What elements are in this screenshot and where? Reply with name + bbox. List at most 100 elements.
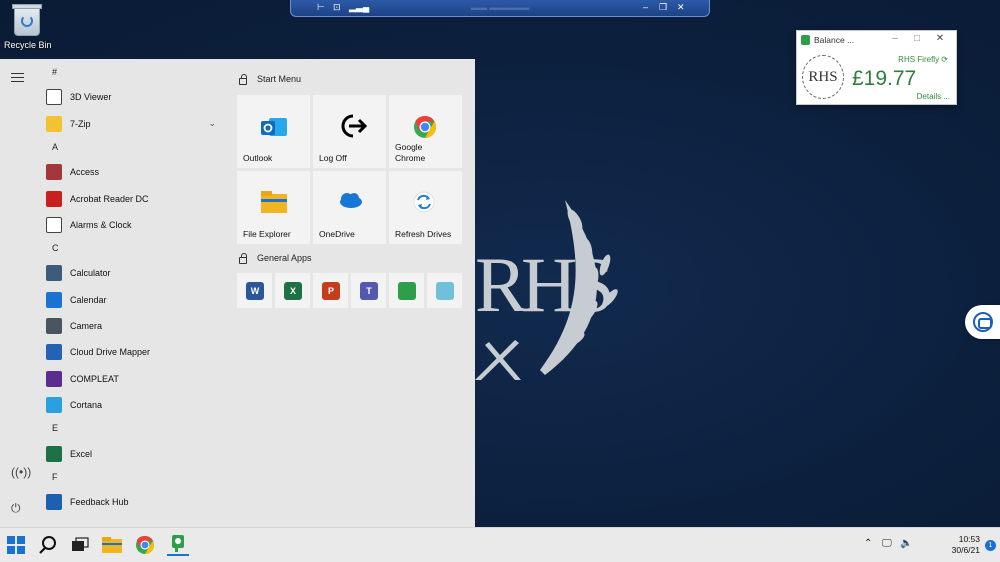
app-item[interactable]: Calculator [46,262,226,284]
notification-badge[interactable]: 1 [985,540,996,551]
time: 10:53 [958,534,980,544]
remote-desktop-bar[interactable]: ⊢ ⊡ ▂▃▄ ▬▬ ▬▬▬▬▬ – ❐ ✕ [290,0,710,17]
camera-icon [46,318,62,334]
chrome-icon [136,536,154,554]
network-icon[interactable]: 🖵 [882,538,892,549]
app-label: Feedback Hub [70,497,129,508]
group-header[interactable]: F [52,472,58,482]
assistant-button[interactable] [965,305,1000,339]
task-view-button[interactable] [69,534,91,556]
folder-icon [46,115,62,132]
app-item[interactable]: Feedback Hub [46,491,226,513]
onedrive-icon [337,191,363,215]
tile-onedrive[interactable]: OneDrive [313,171,386,244]
app-item[interactable]: 3D Viewer [46,86,226,108]
app-item[interactable]: Camera [46,315,226,337]
taskbar-chrome[interactable] [134,534,156,556]
app-item[interactable]: Calendar [46,289,226,311]
small-tile-word[interactable]: W [237,273,272,308]
firefly-icon [172,535,184,552]
connection-title: ▬▬ ▬▬▬▬▬ [471,3,530,12]
app-item[interactable]: Cortana [46,394,226,416]
wallpaper-logo: RHS [455,180,625,380]
small-tile-teams[interactable]: T [351,273,386,308]
group-header[interactable]: E [52,423,58,433]
powerpoint-icon: P [322,282,340,300]
app-label: Alarms & Clock [70,219,132,230]
maximize-button[interactable]: □ [906,33,928,44]
app-label: COMPLEAT [70,373,119,384]
recycle-bin-icon [12,4,42,36]
chevron-down-icon[interactable]: ⌄ [208,118,216,129]
hamburger-menu-icon[interactable] [11,73,24,82]
tile-outlook[interactable]: Outlook [237,95,310,168]
power-icon[interactable]: ⏻ [11,501,21,516]
start-button[interactable] [5,534,27,556]
section-header[interactable]: Start Menu [239,73,301,85]
group-header[interactable]: A [52,142,58,152]
close-icon[interactable]: ✕ [677,2,685,13]
details-link[interactable]: Details ... [917,92,950,101]
app-item[interactable]: Alarms & Clock [46,214,226,236]
tile-label: Refresh Drives [395,229,452,239]
windows-icon [7,536,25,554]
word-icon: W [246,282,264,300]
chrome-icon [413,115,439,139]
balance-widget[interactable]: Balance ... – □ ✕ RHS RHS Firefly ⟳ £19.… [796,30,957,105]
calculator-icon [46,265,62,282]
taskbar-file-explorer[interactable] [101,534,123,556]
balance-titlebar[interactable]: Balance ... – □ ✕ [797,31,956,49]
app-item[interactable]: 7-Zip ⌄ [46,113,226,135]
teams-icon: T [360,282,378,300]
app-item[interactable]: Access [46,161,226,183]
chevron-up-icon[interactable]: ⌃ [864,538,872,549]
search-icon [39,536,56,554]
app-label: Cortana [70,399,103,410]
app-item[interactable]: Cloud Drive Mapper [46,341,226,363]
tile-log-off[interactable]: Log Off [313,95,386,168]
tile-google-chrome[interactable]: Google Chrome [389,95,462,168]
firefly-icon [398,282,416,300]
minimize-icon[interactable]: – [643,2,648,12]
app-item[interactable]: Excel [46,443,226,465]
clock[interactable]: 10:53 30/6/21 [952,534,980,556]
small-tile-excel[interactable]: X [275,273,310,308]
refresh-icon[interactable]: ⟳ [941,55,948,64]
app-label: 7-Zip [70,118,91,129]
tile-label: File Explorer [243,229,291,239]
tile-file-explorer[interactable]: File Explorer [237,171,310,244]
tile-label: Google Chrome [395,142,426,163]
taskbar-firefly[interactable] [167,534,189,556]
app-item[interactable]: COMPLEAT [46,368,226,390]
group-header[interactable]: C [52,243,59,253]
school-seal-icon: RHS [802,55,844,99]
chat-icon [973,312,993,332]
broadcast-icon[interactable]: ((•)) [11,465,31,479]
refresh-icon [413,191,439,215]
small-tile-eraser[interactable] [427,273,462,308]
start-rail: ((•)) ⏻ [0,59,36,527]
minimize-button[interactable]: – [884,33,906,44]
recycle-bin-shortcut[interactable]: Recycle Bin [4,4,52,56]
app-item[interactable]: Acrobat Reader DC [46,188,226,210]
cloud-drive-mapper-icon [46,344,62,361]
group-header[interactable]: # [52,67,57,77]
calendar-icon [46,291,62,308]
access-icon [46,164,62,181]
acrobat-icon [46,190,62,207]
pin-icon[interactable]: ⊢ [317,2,325,13]
app-label: Acrobat Reader DC [70,193,149,204]
tile-label: Outlook [243,153,273,163]
task-view-icon [72,537,89,551]
search-button[interactable] [37,534,59,556]
section-header[interactable]: General Apps [239,252,312,264]
app-label: Cloud Drive Mapper [70,347,151,358]
small-tile-firefly[interactable] [389,273,424,308]
volume-icon[interactable]: 🔈 [900,538,912,549]
tile-refresh-drives[interactable]: Refresh Drives [389,171,462,244]
small-tile-powerpoint[interactable]: P [313,273,348,308]
lock-icon [239,252,247,264]
restore-icon[interactable]: ❐ [659,2,667,13]
lock-icon: ⊡ [333,2,341,12]
close-button[interactable]: ✕ [929,33,951,44]
